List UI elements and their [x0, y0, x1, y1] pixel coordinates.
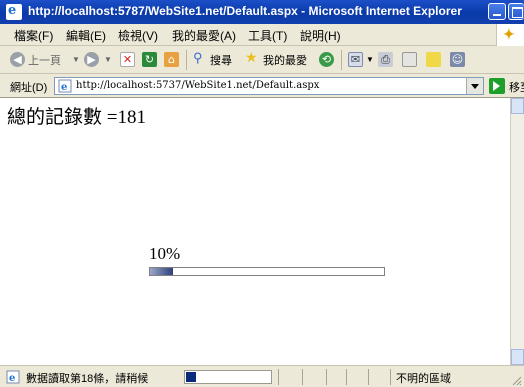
resize-grip-icon[interactable]: [512, 376, 522, 386]
address-label: 網址(D): [10, 82, 48, 94]
stop-icon[interactable]: ✕: [120, 52, 135, 67]
menu-file[interactable]: 檔案(F): [14, 27, 53, 44]
status-divider: [368, 369, 369, 385]
status-divider: [278, 369, 279, 385]
scroll-up-arrow-icon[interactable]: [511, 98, 524, 114]
forward-dropdown-icon[interactable]: ▼: [104, 55, 112, 64]
record-count-text: 總的記錄數 =181: [7, 107, 146, 128]
svg-text:e: e: [61, 82, 67, 93]
ie-icon: e: [6, 3, 22, 20]
security-zone-text: 不明的區域: [396, 373, 451, 385]
status-divider: [326, 369, 327, 385]
svg-text:e: e: [9, 373, 15, 384]
menu-favorites[interactable]: 我的最愛(A): [172, 27, 236, 44]
mail-icon[interactable]: ✉: [348, 52, 363, 67]
go-button[interactable]: 移至: [509, 79, 524, 95]
toolbar-divider: [186, 50, 187, 70]
print-icon[interactable]: ⎙: [378, 52, 393, 67]
window-title: http://localhost:5787/WebSite1.net/Defau…: [28, 4, 462, 18]
menu-view[interactable]: 檢視(V): [118, 27, 158, 44]
back-dropdown-icon[interactable]: ▼: [72, 55, 80, 64]
discuss-icon[interactable]: [426, 52, 441, 67]
home-icon[interactable]: ⌂: [164, 52, 179, 67]
address-url: http://localhost:5737/WebSite1.net/Defau…: [76, 80, 320, 91]
history-icon[interactable]: ⟲: [319, 52, 334, 67]
page-loading-icon: e: [6, 370, 20, 384]
status-message: 數据讀取第18條，請稍候: [26, 373, 149, 385]
status-divider: [390, 369, 391, 385]
messenger-icon[interactable]: ☺: [450, 52, 465, 67]
refresh-icon[interactable]: ↻: [142, 52, 157, 67]
favorites-button[interactable]: 我的最愛: [263, 52, 307, 68]
progress-bar: [149, 267, 385, 276]
menu-help[interactable]: 說明(H): [300, 27, 341, 44]
status-progress-fill: [186, 372, 196, 382]
menu-tools[interactable]: 工具(T): [248, 27, 287, 44]
toolbar-divider: [341, 50, 342, 70]
go-arrow-icon[interactable]: [489, 78, 505, 94]
forward-arrow-icon[interactable]: ▶: [84, 52, 99, 67]
address-dropdown-icon[interactable]: [466, 78, 483, 94]
progress-percent-label: 10%: [149, 244, 181, 263]
status-bar: e 數据讀取第18條，請稍候 不明的區域: [0, 365, 524, 387]
address-bar: 網址(D) e http://localhost:5737/WebSite1.n…: [0, 74, 524, 98]
page-icon: e: [58, 79, 72, 93]
favorites-star-icon[interactable]: ★: [245, 49, 258, 66]
mail-dropdown-icon[interactable]: ▼: [366, 55, 374, 64]
menu-edit[interactable]: 編輯(E): [66, 27, 106, 44]
maximize-button[interactable]: [508, 3, 524, 20]
title-bar[interactable]: e http://localhost:5787/WebSite1.net/Def…: [0, 0, 524, 24]
minimize-button[interactable]: [488, 3, 506, 20]
menu-bar: 檔案(F) 編輯(E) 檢視(V) 我的最愛(A) 工具(T) 說明(H) ✦: [0, 24, 524, 46]
page-content: 總的記錄數 =181 10%: [0, 98, 510, 365]
progress-bar-fill: [150, 268, 174, 275]
vertical-scrollbar[interactable]: [510, 98, 524, 365]
search-icon[interactable]: ⚲: [193, 50, 203, 66]
scroll-down-arrow-icon[interactable]: [511, 349, 524, 365]
toolbar: ◀ 上一頁 ▼ ▶ ▼ ✕ ↻ ⌂ ⚲ 搜尋 ★ 我的最愛 ⟲ ✉ ▼ ⎙ ☺: [0, 46, 524, 74]
status-progress-bar: [184, 370, 272, 384]
status-divider: [302, 369, 303, 385]
back-button[interactable]: 上一頁: [28, 52, 61, 68]
windows-logo-icon: ✦: [496, 24, 524, 46]
address-input[interactable]: e http://localhost:5737/WebSite1.net/Def…: [54, 77, 484, 95]
status-divider: [346, 369, 347, 385]
search-button[interactable]: 搜尋: [210, 52, 232, 68]
back-arrow-icon[interactable]: ◀: [10, 52, 25, 67]
edit-icon[interactable]: [402, 52, 417, 67]
